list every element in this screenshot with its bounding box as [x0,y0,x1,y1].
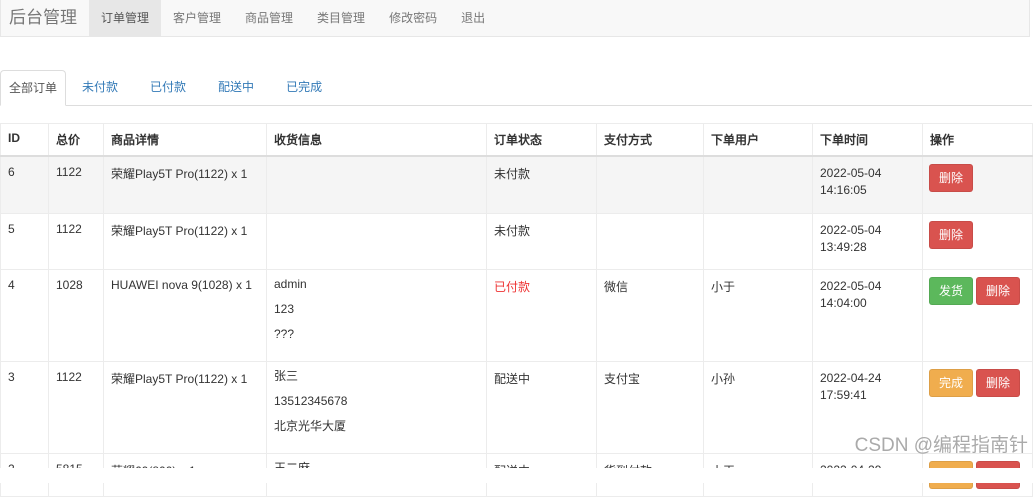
cell-payment: 微信 [596,268,704,362]
column-header: 总价 [48,123,104,157]
order-tabs: 全部订单 未付款 已付款 配送中 已完成 [0,70,1032,106]
cell-shipping: 张三 13512345678 北京光华大厦 [266,360,487,454]
order-date: 2022-05-04 [820,166,882,180]
delete-button[interactable]: 删除 [976,276,1021,305]
column-header: 商品详情 [103,123,267,157]
shipping-line: 123 [274,301,295,316]
delete-button[interactable]: 删除 [929,220,974,249]
cell-id: 5 [0,212,49,270]
tab[interactable]: 未付款 [66,70,134,105]
cell-time: 2022-05-04 14:04:00 [812,268,923,362]
watermark: CSDN @编程指南针 [854,435,1028,456]
tab[interactable]: 全部订单 [0,70,67,106]
order-date: 2022-05-04 [820,222,882,237]
cell-payment [596,155,704,214]
delete-button[interactable]: 删除 [929,164,974,192]
cell-product: HUAWEI nova 9(1028) x 1 [103,268,267,362]
column-header: 支付方式 [596,123,704,157]
tab[interactable]: 配送中 [202,70,270,105]
cell-id: 4 [0,268,49,362]
cell-id: 3 [0,360,49,454]
table-row: 5 1122 荣耀Play5T Pro(1122) x 1 未付款 2022-05-04… [0,212,1033,270]
cell-payment [596,212,704,270]
cell-payment: 支付宝 [596,360,704,454]
cell-user [703,212,813,270]
order-date: 2022-05-04 [820,278,882,293]
cell-shipping: admin 123??? [266,268,487,362]
ship-button[interactable]: 发货 [929,276,974,305]
brand[interactable]: 后台管理 [1,0,89,36]
cell-status: 未付款 [486,155,597,214]
bottom-edge [0,468,1034,483]
shipping-line: 张三 [274,368,299,383]
delete-button[interactable]: 删除 [976,368,1021,397]
column-header: 下单时间 [812,123,923,157]
nav-item[interactable]: 修改密码 [377,0,449,36]
order-date: 2022-04-24 [820,370,882,385]
tab[interactable]: 已完成 [270,70,338,105]
cell-user [703,155,813,214]
table-row: 6 1122 荣耀Play5T Pro(1122) x 1 未付款 2022-05-04… [0,155,1033,214]
cell-user: 小孙 [703,360,813,454]
shipping-line: 北京光华大厦 [274,418,347,433]
order-time: 17:59:41 [820,387,867,402]
order-time: 14:04:00 [820,295,867,310]
nav-item[interactable]: 客户管理 [161,0,233,36]
tab[interactable]: 已付款 [134,70,202,105]
order-time: 14:16:05 [820,183,867,197]
cell-product: 荣耀Play5T Pro(1122) x 1 [103,155,267,214]
column-header: 下单用户 [703,123,813,157]
nav-item[interactable]: 退出 [449,0,497,36]
column-header: ID [0,123,49,157]
cell-status: 已付款 [486,268,597,362]
cell-total: 1122 [48,360,104,454]
cell-status: 未付款 [486,212,597,270]
cell-product: 荣耀Play5T Pro(1122) x 1 [103,212,267,270]
column-header: 收货信息 [266,123,487,157]
cell-total: 1028 [48,268,104,362]
cell-status: 配送中 [486,360,597,454]
cell-total: 1122 [48,212,104,270]
complete-button[interactable]: 完成 [929,368,974,397]
nav-item[interactable]: 类目管理 [305,0,377,36]
cell-actions: 删除 [922,212,1033,270]
cell-user: 小于 [703,268,813,362]
cell-total: 1122 [48,155,104,214]
cell-time: 2022-05-04 13:49:28 [812,212,923,270]
cell-shipping [266,212,487,270]
cell-actions: 发货 删除 [922,268,1033,362]
navbar: 后台管理 订单管理 客户管理 商品管理 类目管理 修改密码 退出 [0,0,1030,37]
column-header: 订单状态 [486,123,597,157]
shipping-line: ??? [274,326,295,341]
cell-id: 6 [0,155,49,214]
cell-actions: 删除 [922,155,1033,214]
nav-item[interactable]: 商品管理 [233,0,305,36]
cell-product: 荣耀Play5T Pro(1122) x 1 [103,360,267,454]
nav-item[interactable]: 订单管理 [89,0,162,36]
column-header: 操作 [922,123,1033,157]
shipping-line: 13512345678 [274,393,348,408]
order-time: 13:49:28 [820,239,867,254]
table-row: 4 1028 HUAWEI nova 9(1028) x 1 admin 123??? 已… [0,268,1033,362]
cell-shipping [266,155,487,214]
cell-time: 2022-05-04 14:16:05 [812,155,923,214]
shipping-line: admin [274,276,307,291]
